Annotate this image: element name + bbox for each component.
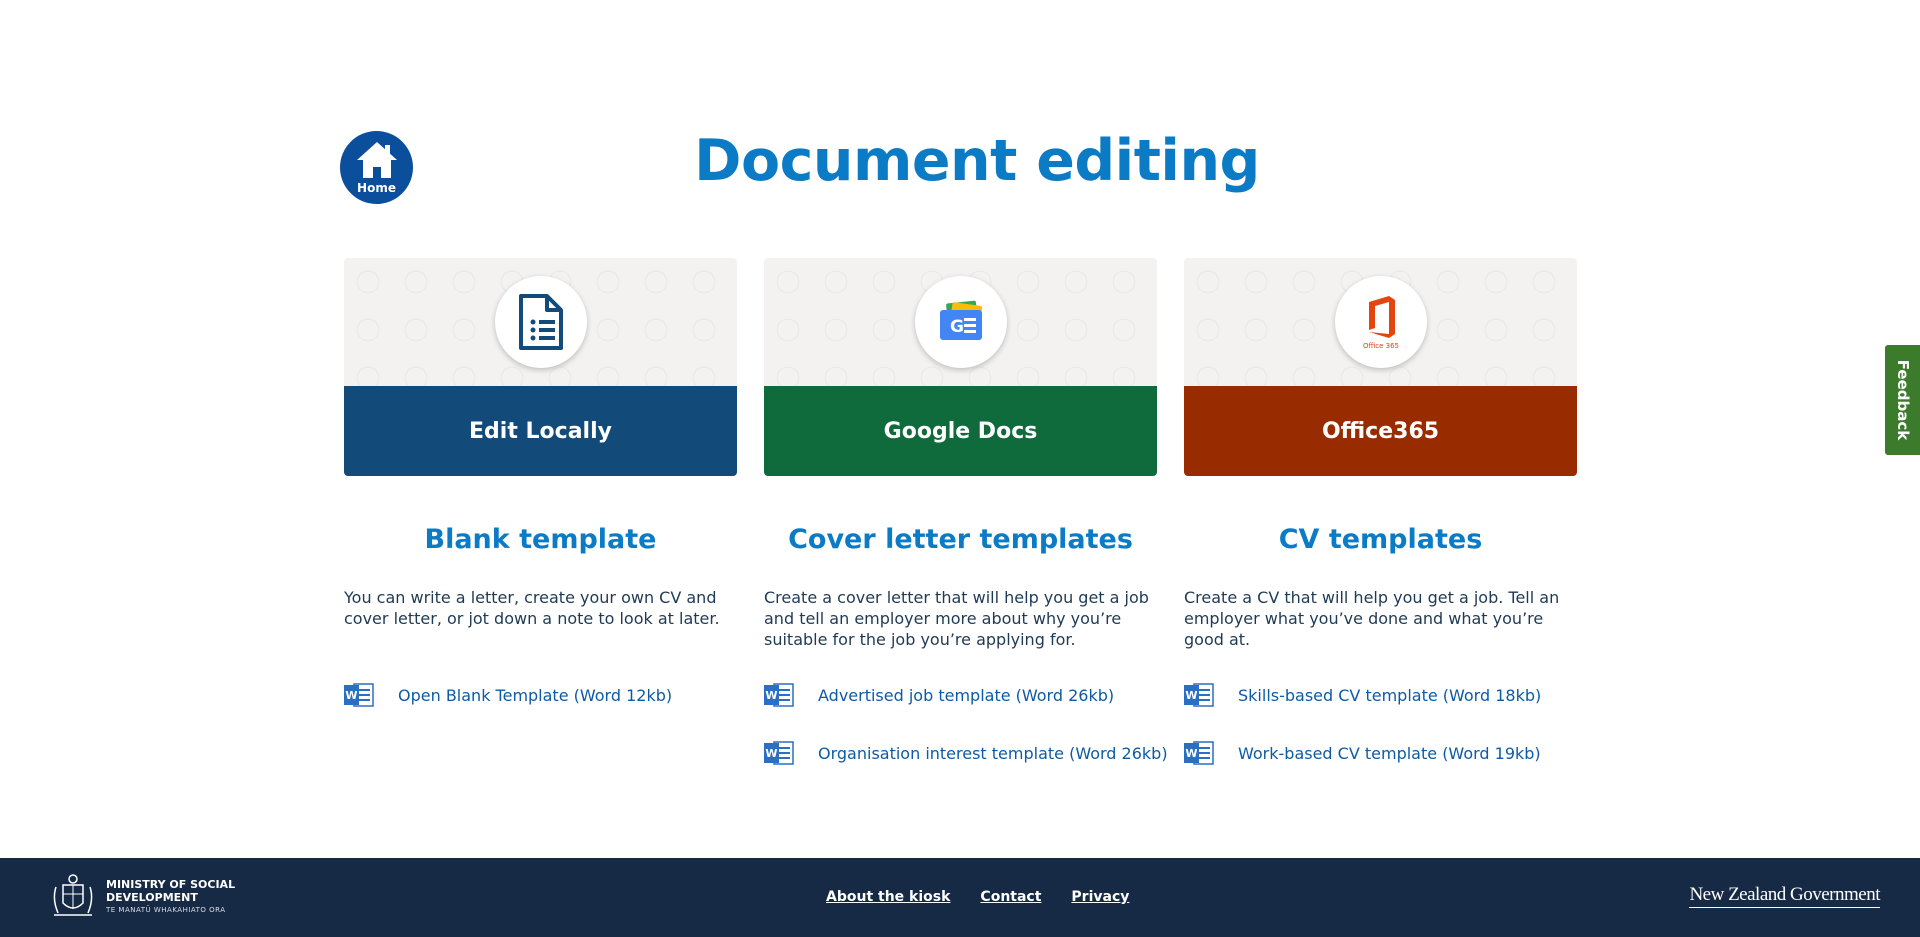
word-icon: W: [344, 682, 374, 708]
office365-label: Office365: [1184, 386, 1577, 476]
svg-text:W: W: [1185, 689, 1197, 702]
footer-links: About the kiosk Contact Privacy: [826, 889, 1159, 905]
section-description: Create a CV that will help you get a job…: [1184, 588, 1560, 649]
link-text: Open Blank Template (Word 12kb): [398, 685, 673, 705]
card-pattern: [344, 258, 737, 386]
link-text: Work-based CV template (Word 19kb): [1238, 743, 1541, 763]
skills-based-cv-template-link[interactable]: W Skills-based CV template (Word 18kb): [1184, 678, 1577, 712]
column-cv-templates: Office 365 Office365 CV templates Create…: [1184, 258, 1577, 794]
office365-icon: Office 365: [1363, 296, 1399, 350]
icon-circle: [495, 276, 587, 368]
about-the-kiosk-link[interactable]: About the kiosk: [826, 889, 950, 905]
word-icon: W: [764, 740, 794, 766]
word-icon: W: [764, 682, 794, 708]
feedback-tab[interactable]: Feedback: [1885, 345, 1920, 455]
section-title: Cover letter templates: [788, 524, 1133, 555]
footer: MINISTRY OF SOCIAL DEVELOPMENT TE MANATŪ…: [0, 858, 1920, 937]
icon-circle: Office 365: [1335, 276, 1427, 368]
column-cover-letter: G Google Docs Cover letter templates Cre…: [764, 258, 1168, 794]
organisation-interest-template-link[interactable]: W Organisation interest template (Word 2…: [764, 736, 1168, 770]
nz-coat-of-arms-icon: [53, 874, 93, 916]
svg-text:W: W: [345, 689, 357, 702]
office365-card[interactable]: Office 365 Office365: [1184, 258, 1577, 476]
msd-name-line1: MINISTRY OF SOCIAL: [106, 878, 236, 891]
svg-text:G: G: [950, 317, 964, 337]
svg-text:W: W: [1185, 747, 1197, 760]
link-text: Organisation interest template (Word 26k…: [818, 743, 1168, 763]
section-description: Create a cover letter that will help you…: [764, 588, 1149, 649]
work-based-cv-template-link[interactable]: W Work-based CV template (Word 19kb): [1184, 736, 1577, 770]
section-title: CV templates: [1278, 524, 1483, 555]
google-docs-card[interactable]: G Google Docs: [764, 258, 1157, 476]
google-docs-icon: G: [940, 300, 983, 340]
word-icon: W: [1184, 682, 1214, 708]
google-docs-label: Google Docs: [764, 386, 1157, 476]
page-title: Document editing: [694, 128, 1260, 194]
nz-government-logo: New Zealand Government: [1689, 884, 1880, 908]
template-links: W Advertised job template (Word 26kb) W …: [764, 678, 1168, 770]
card-pattern: G: [764, 258, 1157, 386]
template-links: W Open Blank Template (Word 12kb): [344, 678, 737, 712]
card-pattern: Office 365: [1184, 258, 1577, 386]
msd-logo[interactable]: MINISTRY OF SOCIAL DEVELOPMENT TE MANATŪ…: [48, 873, 235, 919]
privacy-link[interactable]: Privacy: [1071, 889, 1129, 905]
template-links: W Skills-based CV template (Word 18kb) W…: [1184, 678, 1577, 770]
document-list-icon: [519, 294, 563, 350]
contact-link[interactable]: Contact: [980, 889, 1041, 905]
icon-circle: G: [915, 276, 1007, 368]
advertised-job-template-link[interactable]: W Advertised job template (Word 26kb): [764, 678, 1157, 712]
link-text: Advertised job template (Word 26kb): [818, 685, 1115, 705]
section-title: Blank template: [424, 524, 657, 555]
svg-text:W: W: [765, 747, 777, 760]
section-description: You can write a letter, create your own …: [344, 588, 720, 628]
svg-text:Office 365: Office 365: [1363, 342, 1399, 350]
link-text: Skills-based CV template (Word 18kb): [1238, 685, 1542, 705]
svg-text:W: W: [765, 689, 777, 702]
open-blank-template-link[interactable]: W Open Blank Template (Word 12kb): [344, 678, 737, 712]
msd-name-line2: DEVELOPMENT: [106, 891, 198, 904]
column-blank-template: Edit Locally Blank template You can writ…: [344, 258, 737, 736]
edit-locally-card[interactable]: Edit Locally: [344, 258, 737, 476]
msd-maori-name: TE MANATŪ WHAKAHIATO ORA: [106, 906, 226, 914]
edit-locally-label: Edit Locally: [344, 386, 737, 476]
feedback-label: Feedback: [1893, 359, 1912, 441]
word-icon: W: [1184, 740, 1214, 766]
